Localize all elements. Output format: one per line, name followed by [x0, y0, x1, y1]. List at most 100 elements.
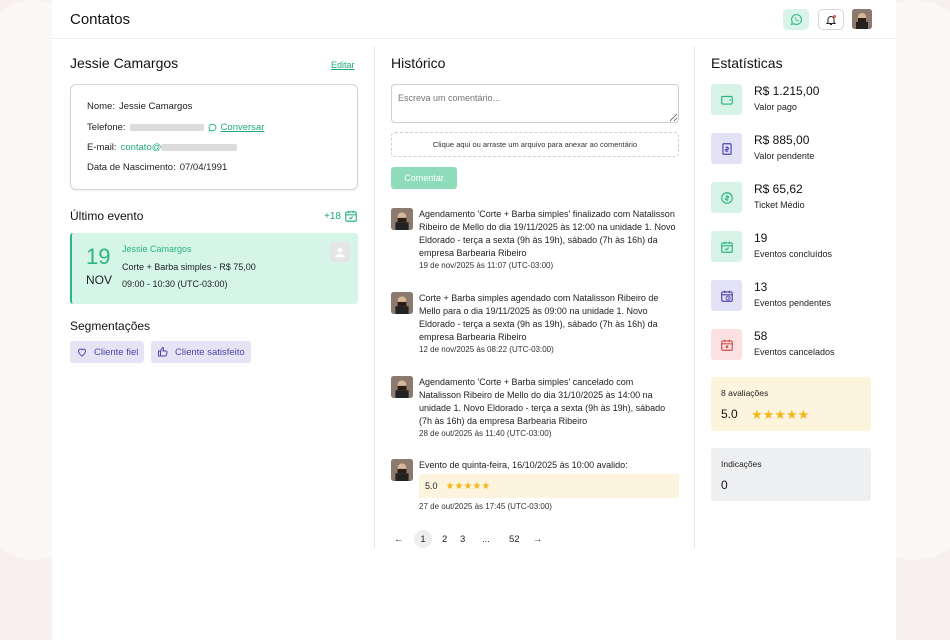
referrals-value: 0 [721, 478, 728, 492]
coin-icon [711, 182, 742, 213]
invoice-icon [711, 133, 742, 164]
avatar [391, 459, 413, 481]
reviews-count-label: 8 avaliações [721, 388, 769, 398]
user-avatar[interactable] [852, 9, 872, 29]
avatar [391, 376, 413, 398]
avatar-photo [391, 208, 413, 230]
avatar [391, 292, 413, 314]
page-button-52[interactable]: 52 [509, 530, 520, 548]
calendar-check-icon [711, 231, 742, 262]
top-bar: Contatos [52, 0, 896, 39]
wallet-icon [711, 84, 742, 115]
avatar-photo [391, 292, 413, 314]
stat-eventos-pendentes: 13 Eventos pendentes [711, 280, 873, 314]
email-label: E-mail: [87, 142, 117, 153]
history-item-date: 27 de out/2025 às 17:45 (UTC-03:00) [419, 502, 552, 511]
review-rating-box: 5.0 ★★★★★ [419, 474, 679, 498]
stat-label: Ticket Médio [754, 200, 805, 210]
star-icon: ★ [751, 407, 763, 422]
heart-icon [77, 348, 87, 357]
stat-label: Valor pendente [754, 151, 815, 161]
email-value[interactable]: contato@ [121, 142, 162, 153]
user-placeholder-icon [335, 247, 345, 258]
history-item-date: 28 de out/2025 às 11:40 (UTC-03:00) [419, 429, 552, 438]
stat-valor-pendente: R$ 885,00 Valor pendente [711, 133, 873, 167]
avatar-photo [391, 376, 413, 398]
thumbs-up-icon [158, 346, 168, 357]
stats-heading: Estatísticas [711, 55, 783, 71]
telefone-label: Telefone: [87, 122, 126, 133]
stat-eventos-concluidos: 19 Eventos concluídos [711, 231, 873, 265]
comment-button[interactable]: Comentar [391, 167, 457, 189]
whatsapp-icon [208, 123, 216, 132]
segment-tag-cliente-satisfeito[interactable]: Cliente satisfeito [151, 341, 251, 363]
last-event-heading: Último evento [70, 209, 144, 223]
referrals-label: Indicações [721, 459, 762, 469]
segment-tag-label: Cliente satisfeito [175, 346, 245, 358]
stat-value: R$ 1.215,00 [754, 84, 820, 98]
column-divider [374, 46, 375, 549]
notifications-button[interactable] [818, 9, 844, 30]
calendar-check-icon[interactable] [344, 209, 358, 223]
last-event-card[interactable]: 19 NOV Jessie Camargos Corte + Barba sim… [70, 233, 358, 304]
event-day: 19 [86, 244, 111, 269]
event-time: 09:00 - 10:30 (UTC-03:00) [122, 279, 228, 289]
star-icon: ★ [762, 407, 775, 422]
reviews-score: 5.0 [721, 407, 738, 421]
avatar-photo [391, 459, 413, 481]
stat-eventos-cancelados: 58 Eventos cancelados [711, 329, 873, 363]
next-page-button[interactable]: → [533, 530, 543, 548]
nome-value: Jessie Camargos [118, 101, 193, 112]
column-divider [694, 46, 695, 549]
telefone-value-redacted [129, 124, 204, 131]
stat-ticket-medio: R$ 65,62 Ticket Médio [711, 182, 873, 216]
stat-value: R$ 885,00 [754, 133, 810, 147]
stat-label: Eventos concluídos [754, 249, 833, 259]
comment-input[interactable] [391, 84, 679, 123]
app-window: Contatos Jessie Camargos Editar Nome: Je… [52, 0, 896, 640]
stat-label: Valor pago [754, 102, 797, 112]
info-nascimento: Data de Nascimento: 07/04/1991 [87, 162, 227, 173]
info-nome: Nome: Jessie Camargos [87, 101, 192, 112]
info-telefone: Telefone: Conversar [87, 122, 264, 133]
edit-link[interactable]: Editar [331, 60, 355, 70]
history-item-text: Agendamento 'Corte + Barba simples' canc… [419, 377, 666, 426]
stat-value: 58 [754, 329, 768, 343]
calendar-clock-icon [711, 280, 742, 311]
nome-label: Nome: [87, 101, 115, 112]
review-score: 5.0 [425, 481, 438, 491]
star-icon: ★ [785, 407, 798, 422]
contact-info-card: Nome: Jessie Camargos Telefone: Conversa… [70, 84, 358, 190]
page-ellipsis: ... [482, 533, 490, 545]
stat-label: Eventos cancelados [754, 347, 835, 357]
event-count-badge[interactable]: +18 [324, 211, 341, 222]
star-rating: ★★★★★ [446, 481, 491, 492]
page-title: Contatos [70, 11, 131, 28]
segments-heading: Segmentações [70, 319, 151, 333]
page-button-2[interactable]: 2 [442, 530, 447, 548]
event-month: NOV [86, 273, 113, 287]
calendar-x-icon [711, 329, 742, 360]
event-client: Jessie Camargos [122, 244, 192, 254]
conversar-link[interactable]: Conversar [221, 122, 265, 133]
info-email: E-mail: contato@ [87, 142, 238, 153]
event-service: Corte + Barba simples - R$ 75,00 [122, 262, 256, 272]
reviews-box[interactable]: 8 avaliações 5.0 ★★★★★ [711, 377, 871, 431]
stat-value: R$ 65,62 [754, 182, 803, 196]
prev-page-button[interactable]: ← [394, 530, 404, 548]
history-item-text: Evento de quinta-feira, 16/10/2025 às 10… [419, 460, 628, 470]
page-button-1[interactable]: 1 [414, 530, 432, 548]
nascimento-value: 07/04/1991 [179, 162, 228, 173]
event-professional-avatar [330, 242, 350, 262]
referrals-box[interactable]: Indicações 0 [711, 448, 871, 501]
segment-tag-cliente-fiel[interactable]: Cliente fiel [70, 341, 145, 363]
email-value-redacted [161, 144, 238, 151]
history-item-text: Agendamento 'Corte + Barba simples' fina… [419, 209, 676, 258]
stat-label: Eventos pendentes [754, 298, 832, 308]
attachment-dropzone[interactable]: Clique aqui ou arraste um arquivo para a… [391, 132, 679, 157]
whatsapp-button[interactable] [783, 9, 809, 30]
history-item-date: 12 de nov/2025 às 08:22 (UTC-03:00) [419, 345, 554, 354]
history-heading: Histórico [391, 55, 446, 71]
nascimento-label: Data de Nascimento: [87, 162, 176, 173]
page-button-3[interactable]: 3 [460, 530, 465, 548]
